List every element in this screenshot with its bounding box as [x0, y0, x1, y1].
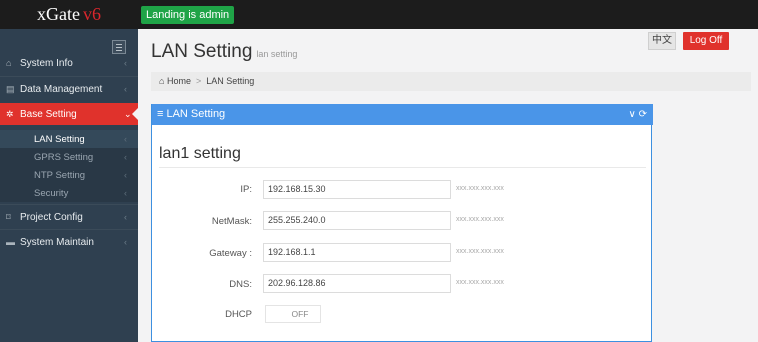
chevron-left-icon: ‹	[124, 152, 127, 162]
dns-field[interactable]: 202.96.128.86	[263, 274, 451, 293]
submenu-item-lan-setting[interactable]: LAN Setting ‹	[0, 130, 138, 148]
submenu-item-label: NTP Setting	[34, 169, 86, 181]
logo-text: xGate	[37, 4, 80, 24]
chevron-left-icon: ‹	[124, 237, 127, 247]
divider	[0, 204, 138, 205]
top-bar: xGate v6 Landing is admin	[0, 0, 758, 29]
submenu-item-gprs-setting[interactable]: GPRS Setting ‹	[0, 148, 138, 166]
chevron-left-icon: ‹	[124, 134, 127, 144]
sidebar: ⌂ System Info ‹ ▤ Data Management ‹ ✲ Ba…	[0, 29, 138, 342]
chevron-down-icon: ⌄	[124, 108, 132, 119]
dhcp-toggle[interactable]: OFF	[265, 305, 321, 323]
briefcase-icon: ▬	[6, 237, 15, 247]
submenu-item-label: GPRS Setting	[34, 151, 94, 163]
sidebar-item-base-setting[interactable]: ✲ Base Setting ⌄	[0, 103, 138, 125]
sidebar-item-system-info[interactable]: ⌂ System Info ‹	[0, 52, 138, 74]
sidebar-item-system-maintain[interactable]: ▬ System Maintain ‹	[0, 231, 138, 253]
divider	[0, 229, 138, 230]
divider	[159, 167, 646, 168]
ip-hint: xxx.xxx.xxx.xxx	[456, 185, 504, 192]
sidebar-item-data-management[interactable]: ▤ Data Management ‹	[0, 78, 138, 100]
breadcrumb: ⌂ Home > LAN Setting	[151, 72, 751, 91]
breadcrumb-separator: >	[195, 76, 202, 86]
panel-header: ≡ LAN Setting ∨ ⟳	[152, 104, 653, 125]
chevron-left-icon: ‹	[124, 170, 127, 180]
chevron-left-icon: ‹	[124, 188, 127, 198]
gateway-label: Gateway :	[209, 248, 252, 259]
submenu-item-security[interactable]: Security ‹	[0, 184, 138, 202]
sidebar-item-label: System Maintain	[20, 236, 94, 248]
dhcp-label: DHCP	[225, 309, 252, 320]
sidebar-item-label: Base Setting	[20, 108, 77, 120]
bookmark-icon: ⌑	[6, 211, 11, 222]
panel-title: ≡ LAN Setting	[157, 108, 226, 120]
lan-setting-panel: ≡ LAN Setting ∨ ⟳ lan1 setting IP: 192.1…	[151, 104, 653, 342]
netmask-label: NetMask:	[211, 216, 252, 227]
sidebar-item-label: System Info	[20, 57, 73, 69]
sidebar-item-label: Data Management	[20, 83, 103, 95]
ip-field[interactable]: 192.168.15.30	[263, 180, 451, 199]
user-status-badge: Landing is admin	[141, 6, 235, 24]
submenu-item-label: Security	[34, 187, 69, 199]
sidebar-item-label: Project Config	[20, 211, 83, 223]
logo-version: v6	[82, 4, 101, 24]
ip-label: IP:	[240, 184, 252, 195]
page-title: LAN Setting lan setting	[151, 41, 297, 63]
home-icon: ⌂	[159, 76, 165, 86]
gateway-hint: xxx.xxx.xxx.xxx	[456, 248, 504, 255]
dns-label: DNS:	[229, 279, 252, 290]
gears-icon: ✲	[6, 108, 14, 119]
panel-tools-icon[interactable]: ∨ ⟳	[629, 104, 647, 125]
chevron-left-icon: ‹	[124, 212, 127, 222]
log-off-button[interactable]: Log Off	[683, 32, 729, 50]
chevron-left-icon: ‹	[124, 58, 127, 68]
app-logo[interactable]: xGate v6	[0, 0, 138, 29]
language-button[interactable]: 中文	[648, 32, 676, 50]
page-title-text: LAN Setting	[151, 41, 253, 62]
breadcrumb-home[interactable]: Home	[167, 76, 191, 86]
gateway-field[interactable]: 192.168.1.1	[263, 243, 451, 262]
chart-icon: ▤	[6, 83, 15, 94]
dns-hint: xxx.xxx.xxx.xxx	[456, 279, 504, 286]
netmask-field[interactable]: 255.255.240.0	[263, 211, 451, 230]
section-title: lan1 setting	[159, 145, 241, 162]
chevron-left-icon: ‹	[124, 84, 127, 94]
submenu-item-ntp-setting[interactable]: NTP Setting ‹	[0, 166, 138, 184]
base-setting-submenu: LAN Setting ‹ GPRS Setting ‹ NTP Setting…	[0, 130, 138, 202]
sidebar-item-project-config[interactable]: ⌑ Project Config ‹	[0, 206, 138, 228]
page-subtitle: lan setting	[256, 49, 298, 59]
netmask-hint: xxx.xxx.xxx.xxx	[456, 216, 504, 223]
submenu-item-label: LAN Setting	[34, 133, 85, 145]
breadcrumb-current: LAN Setting	[206, 76, 255, 86]
home-icon: ⌂	[6, 58, 12, 68]
divider	[0, 76, 138, 77]
